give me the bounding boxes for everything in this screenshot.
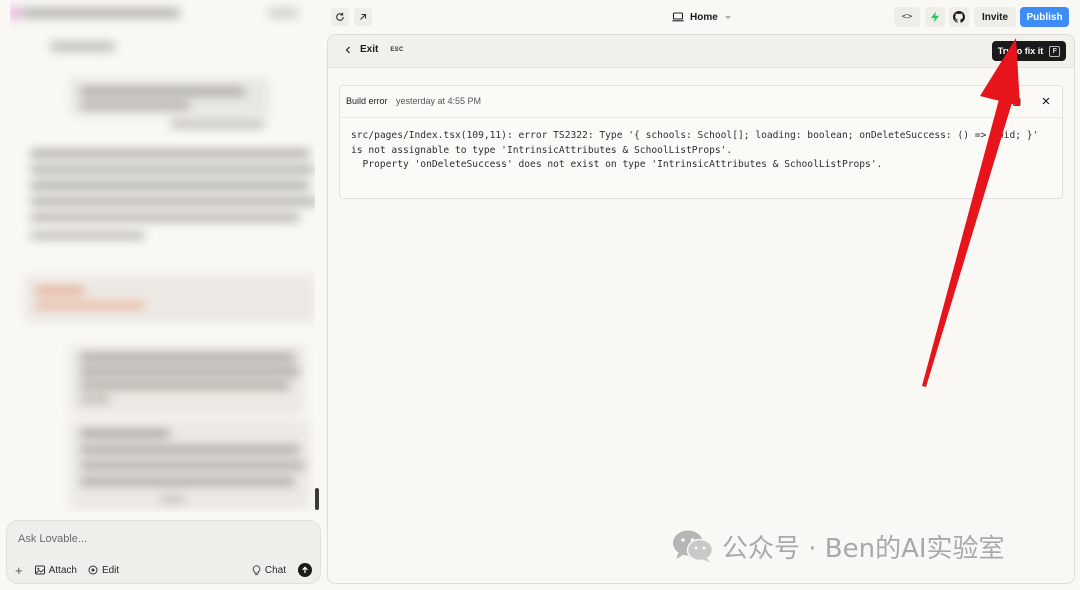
publish-button[interactable]: Publish <box>1020 7 1069 27</box>
exit-label: Exit <box>360 44 379 55</box>
edit-button[interactable]: Edit <box>88 565 119 576</box>
esc-shortcut-hint: ESC <box>390 46 404 53</box>
page-selector[interactable]: Home <box>672 9 732 25</box>
watermark: 公众号 · Ben的AI实验室 <box>672 528 1005 564</box>
attach-label: Attach <box>48 564 77 576</box>
github-button[interactable] <box>949 7 969 27</box>
build-error-card: Build error yesterday at 4:55 PM src/pag… <box>339 85 1063 199</box>
error-message: src/pages/Index.tsx(109,11): error TS232… <box>351 130 1039 170</box>
chat-mode-label: Chat <box>264 564 286 576</box>
error-view-header: Exit ESC Try to fix it F <box>328 35 1074 68</box>
code-view-button[interactable]: <> <box>894 7 920 27</box>
external-link-icon <box>360 13 367 20</box>
chat-sidebar: + Attach Edit <box>0 0 326 590</box>
close-icon[interactable] <box>1040 95 1052 107</box>
wechat-icon <box>673 530 714 563</box>
try-to-fix-label: Try to fix it <box>997 46 1044 56</box>
chat-history-blurred <box>10 0 315 512</box>
chat-composer: + Attach Edit <box>6 520 321 584</box>
chat-mode-button[interactable]: Chat <box>252 565 286 576</box>
lightbulb-icon <box>252 564 261 575</box>
top-bar: Home <> Invite Publish <box>326 0 1080 34</box>
fix-shortcut-key: F <box>1049 45 1061 57</box>
refresh-icon <box>336 12 344 21</box>
refresh-button[interactable] <box>331 8 349 26</box>
error-timestamp: yesterday at 4:55 PM <box>396 96 482 106</box>
send-button[interactable] <box>298 563 312 577</box>
page-selector-label: Home <box>690 11 718 23</box>
copy-icon[interactable] <box>1010 95 1022 107</box>
try-to-fix-button[interactable]: Try to fix it F <box>992 41 1066 61</box>
target-icon <box>88 565 98 575</box>
chevron-left-icon <box>345 46 350 53</box>
add-icon[interactable]: + <box>15 564 23 577</box>
attach-button[interactable]: Attach <box>34 564 77 576</box>
github-icon <box>953 11 965 23</box>
chat-toolbar: + Attach Edit Chat <box>15 562 312 578</box>
chevron-down-icon <box>725 15 731 19</box>
invite-button[interactable]: Invite <box>974 7 1016 27</box>
chat-scrollbar[interactable] <box>315 488 319 510</box>
supabase-button[interactable] <box>925 7 945 27</box>
open-external-button[interactable] <box>354 8 372 26</box>
code-icon: <> <box>901 12 913 22</box>
lightning-icon <box>931 11 939 23</box>
image-icon <box>34 565 45 575</box>
laptop-icon <box>672 12 684 22</box>
exit-button[interactable]: Exit ESC <box>344 44 404 55</box>
edit-label: Edit <box>101 564 120 576</box>
watermark-text: 公众号 · Ben的AI实验室 <box>722 533 1005 564</box>
preview-panel: Exit ESC Try to fix it F Build error yes… <box>327 34 1075 584</box>
error-title: Build error <box>346 96 388 106</box>
arrow-up-icon <box>302 566 308 573</box>
chat-input[interactable] <box>18 533 308 545</box>
build-error-header: Build error yesterday at 4:55 PM <box>340 86 1062 118</box>
